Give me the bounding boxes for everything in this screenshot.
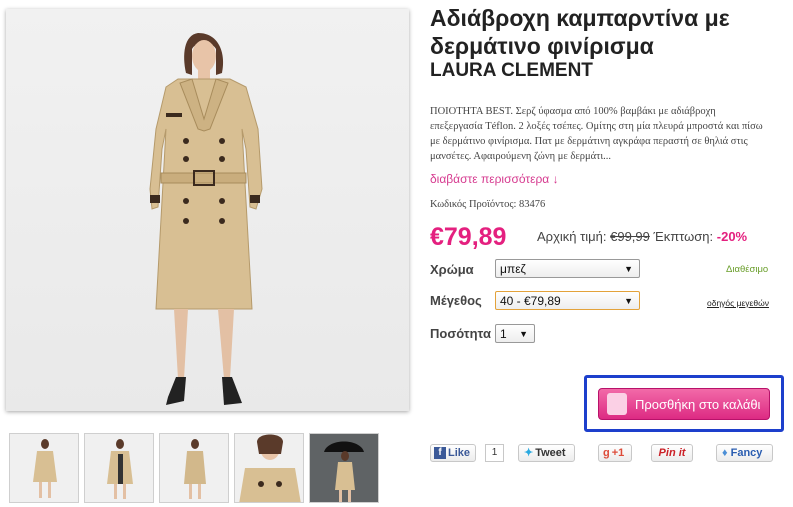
color-label: Χρώμα bbox=[430, 262, 474, 277]
facebook-like-button[interactable]: f Like bbox=[430, 444, 476, 462]
google-plus-button[interactable]: g +1 bbox=[598, 444, 632, 462]
color-select-value: μπεζ bbox=[500, 262, 526, 276]
model-in-trench-coat-illustration bbox=[149, 33, 263, 405]
original-price-label: Αρχική τιμή: bbox=[537, 229, 607, 244]
size-guide-link[interactable]: οδηγός μεγεθών bbox=[707, 298, 769, 308]
dropdown-arrow-icon: ▼ bbox=[624, 264, 633, 274]
fancy-icon: ♦ bbox=[722, 447, 728, 459]
size-select[interactable]: 40 - €79,89 ▼ bbox=[495, 291, 640, 310]
discount-label: Έκπτωση: bbox=[653, 229, 714, 244]
thumbnail-detail[interactable] bbox=[234, 433, 304, 503]
read-more-link[interactable]: διαβάστε περισσότερα ↓ bbox=[430, 172, 559, 186]
product-code: Κωδικός Προϊόντος: 83476 bbox=[430, 199, 546, 210]
product-title: Αδιάβροχη καμπαρντίνα με δερμάτινο φινίρ… bbox=[430, 5, 730, 59]
google-plus-label: +1 bbox=[611, 447, 625, 459]
quantity-select-value: 1 bbox=[500, 327, 507, 341]
pinterest-label: Pin it bbox=[658, 447, 686, 459]
google-icon: g bbox=[603, 447, 610, 459]
price-info: Αρχική τιμή: €99,99 Έκπτωση: -20% bbox=[537, 229, 747, 244]
tweet-label: Tweet bbox=[535, 447, 566, 459]
quantity-select[interactable]: 1 ▼ bbox=[495, 324, 535, 343]
shopping-bag-icon bbox=[607, 393, 627, 415]
product-main-image[interactable] bbox=[6, 9, 409, 411]
like-count: 1 bbox=[485, 444, 504, 462]
thumbnail-umbrella[interactable] bbox=[309, 433, 379, 503]
add-to-cart-button[interactable]: Προσθήκη στο καλάθι bbox=[598, 388, 770, 420]
fancy-label: Fancy bbox=[730, 447, 763, 459]
fancy-button[interactable]: ♦ Fancy bbox=[716, 444, 773, 462]
add-to-cart-label: Προσθήκη στο καλάθι bbox=[635, 397, 761, 412]
dropdown-arrow-icon: ▼ bbox=[624, 296, 633, 306]
tweet-button[interactable]: ✦ Tweet bbox=[518, 444, 575, 462]
availability-status: Διαθέσιμο bbox=[726, 264, 769, 275]
color-select[interactable]: μπεζ ▼ bbox=[495, 259, 640, 278]
dropdown-arrow-icon: ▼ bbox=[519, 329, 528, 339]
product-description: ΠΟΙΟΤΗΤΑ BEST. Σερζ ύφασμα από 100% βαμβ… bbox=[430, 106, 763, 162]
product-brand: LAURA CLEMENT bbox=[430, 60, 593, 81]
quantity-label: Ποσότητα bbox=[430, 326, 491, 341]
thumbnail-back[interactable] bbox=[159, 433, 229, 503]
thumbnail-open[interactable] bbox=[84, 433, 154, 503]
size-label: Μέγεθος bbox=[430, 293, 482, 308]
original-price: €99,99 bbox=[610, 229, 650, 244]
facebook-like-label: Like bbox=[448, 447, 471, 459]
facebook-icon: f bbox=[434, 447, 446, 459]
discount-value: -20% bbox=[716, 229, 748, 244]
current-price: €79,89 bbox=[430, 223, 507, 251]
twitter-bird-icon: ✦ bbox=[524, 447, 534, 459]
pinterest-button[interactable]: Pin it bbox=[651, 444, 693, 462]
size-select-value: 40 - €79,89 bbox=[500, 294, 561, 308]
thumbnail-front[interactable] bbox=[9, 433, 79, 503]
